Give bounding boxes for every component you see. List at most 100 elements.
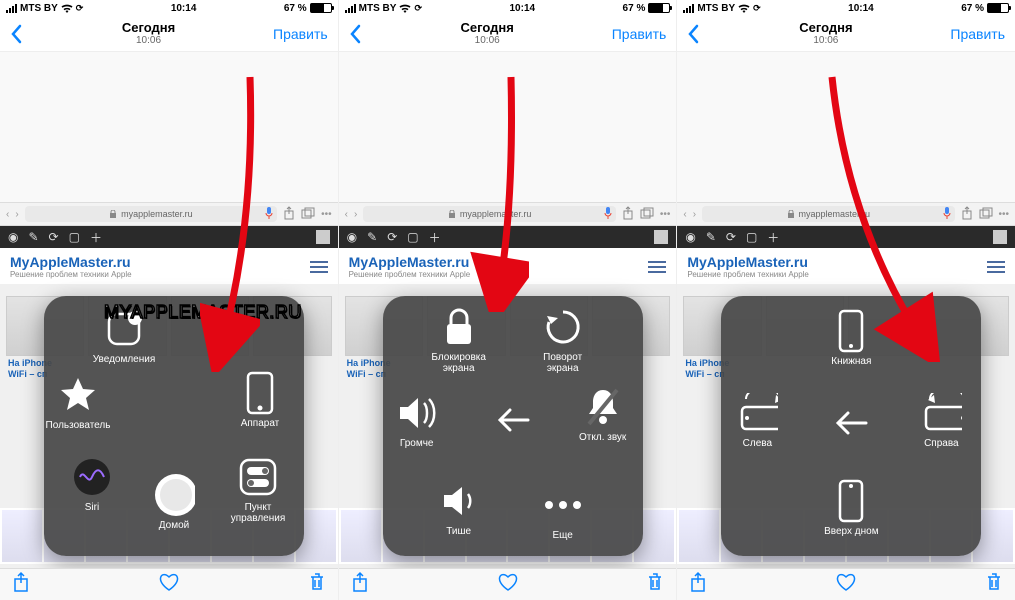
marker-icon[interactable]: [993, 230, 1007, 244]
at-user[interactable]: Пользователь: [38, 374, 118, 431]
favorite-button[interactable]: [158, 572, 180, 597]
clock: 10:14: [509, 3, 535, 14]
edit-icon[interactable]: ✎: [28, 230, 38, 244]
refresh-icon[interactable]: ⟳: [387, 230, 397, 244]
bell-off-icon: [582, 386, 624, 428]
at-control-center[interactable]: Пункт управления: [218, 456, 298, 524]
clock: 10:14: [171, 3, 197, 14]
refresh-icon[interactable]: ⟳: [49, 230, 59, 244]
refresh-icon[interactable]: ⟳: [726, 230, 736, 244]
safari-back-icon[interactable]: ‹: [683, 209, 686, 220]
edit-icon[interactable]: ✎: [367, 230, 377, 244]
plus-icon[interactable]: ＋: [429, 229, 441, 246]
favorite-button[interactable]: [835, 572, 857, 597]
back-chevron-icon[interactable]: [349, 24, 363, 44]
delete-button[interactable]: [646, 571, 664, 598]
site-title[interactable]: MyAppleMaster.ru: [687, 254, 809, 270]
delete-button[interactable]: [308, 571, 326, 598]
address-bar[interactable]: myapplemaster.ru: [25, 206, 277, 222]
eye-icon[interactable]: ◉: [8, 230, 18, 244]
tabs-icon[interactable]: [301, 207, 315, 222]
share-icon[interactable]: [622, 206, 634, 223]
at-landscape-right[interactable]: Справа: [901, 392, 981, 449]
site-header: MyAppleMaster.ru Решение проблем техники…: [0, 248, 338, 285]
chat-icon[interactable]: ▢: [746, 230, 757, 244]
url-text: myapplemaster.ru: [799, 209, 871, 219]
mic-icon[interactable]: [943, 207, 951, 221]
url-text: myapplemaster.ru: [460, 209, 532, 219]
edit-button[interactable]: Править: [273, 26, 328, 42]
marker-icon[interactable]: [654, 230, 668, 244]
share-icon[interactable]: [961, 206, 973, 223]
chat-icon[interactable]: ▢: [407, 230, 418, 244]
site-title[interactable]: MyAppleMaster.ru: [10, 254, 132, 270]
share-icon[interactable]: [283, 206, 295, 223]
at-lock-screen[interactable]: Блокировка экрана: [419, 306, 499, 374]
tabs-icon[interactable]: [640, 207, 654, 222]
hamburger-icon[interactable]: [648, 261, 666, 273]
safari-back-icon[interactable]: ‹: [6, 209, 9, 220]
loading-icon: ⟳: [414, 3, 422, 14]
dark-toolbar: ◉ ✎ ⟳ ▢ ＋: [339, 226, 677, 248]
edit-button[interactable]: Править: [612, 26, 667, 42]
safari-fwd-icon[interactable]: ›: [693, 209, 696, 220]
hamburger-icon[interactable]: [310, 261, 328, 273]
delete-button[interactable]: [985, 571, 1003, 598]
eye-icon[interactable]: ◉: [685, 230, 695, 244]
at-landscape-left[interactable]: Слева: [717, 392, 797, 449]
address-bar[interactable]: myapplemaster.ru: [702, 206, 954, 222]
plus-icon[interactable]: ＋: [90, 229, 102, 246]
wifi-icon: [399, 4, 411, 13]
at-upside-down[interactable]: Вверх дном: [811, 480, 891, 537]
wifi-icon: [738, 4, 750, 13]
at-more[interactable]: Еще: [523, 484, 603, 541]
site-title[interactable]: MyAppleMaster.ru: [349, 254, 471, 270]
safari-back-icon[interactable]: ‹: [345, 209, 348, 220]
safari-fwd-icon[interactable]: ›: [15, 209, 18, 220]
nav-title: Сегодня: [461, 21, 514, 35]
at-siri[interactable]: Siri: [52, 456, 132, 513]
back-chevron-icon[interactable]: [687, 24, 701, 44]
back-chevron-icon[interactable]: [10, 24, 24, 44]
nav-subtitle: 10:06: [799, 35, 852, 46]
at-home[interactable]: Домой: [134, 474, 214, 531]
share-button[interactable]: [351, 571, 369, 598]
more-icon[interactable]: •••: [999, 209, 1010, 220]
at-mute[interactable]: Откл. звук: [563, 386, 643, 443]
at-device[interactable]: Аппарат: [220, 372, 300, 429]
lock-icon: [109, 210, 117, 218]
more-icon[interactable]: •••: [660, 209, 671, 220]
phone-portrait-icon: [830, 310, 872, 352]
address-bar[interactable]: myapplemaster.ru: [363, 206, 615, 222]
edit-button[interactable]: Править: [950, 26, 1005, 42]
mic-icon[interactable]: [265, 207, 273, 221]
status-bar: MTS BY ⟳ 10:14 67 %: [0, 0, 338, 16]
photos-toolbar: [339, 568, 677, 600]
dots-icon: [542, 484, 584, 526]
chat-icon[interactable]: ▢: [69, 230, 80, 244]
at-volume-up[interactable]: Громче: [377, 392, 457, 449]
edit-icon[interactable]: ✎: [706, 230, 716, 244]
favorite-button[interactable]: [497, 572, 519, 597]
lock-icon: [438, 306, 480, 348]
at-rotate[interactable]: Поворот экрана: [523, 306, 603, 374]
home-circle-icon: [153, 474, 195, 516]
at-portrait[interactable]: Книжная: [811, 310, 891, 367]
arrow-left-icon: [492, 399, 534, 441]
safari-fwd-icon[interactable]: ›: [354, 209, 357, 220]
site-header: MyAppleMaster.ruРешение проблем техники …: [339, 248, 677, 285]
share-button[interactable]: [689, 571, 707, 598]
share-button[interactable]: [12, 571, 30, 598]
at-volume-down[interactable]: Тише: [419, 480, 499, 537]
dark-toolbar: ◉ ✎ ⟳ ▢ ＋: [0, 226, 338, 248]
tabs-icon[interactable]: [979, 207, 993, 222]
at-back[interactable]: [473, 399, 553, 445]
plus-icon[interactable]: ＋: [767, 229, 779, 246]
battery-pct: 67 %: [284, 3, 307, 14]
mic-icon[interactable]: [604, 207, 612, 221]
marker-icon[interactable]: [316, 230, 330, 244]
at-back[interactable]: [811, 402, 891, 448]
eye-icon[interactable]: ◉: [347, 230, 357, 244]
hamburger-icon[interactable]: [987, 261, 1005, 273]
more-icon[interactable]: •••: [321, 209, 332, 220]
